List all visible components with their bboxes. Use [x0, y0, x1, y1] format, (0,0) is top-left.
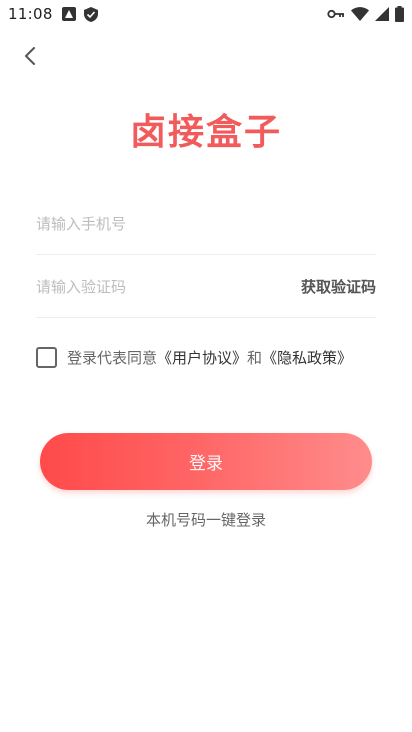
app-logo: 卤接盒子 [0, 103, 412, 155]
a-icon [62, 7, 76, 21]
user-agreement-link[interactable]: 《用户协议》 [157, 347, 247, 368]
agreement-row: 登录代表同意 《用户协议》 和 《隐私政策》 [36, 347, 352, 368]
agreement-prefix: 登录代表同意 [67, 349, 158, 367]
signal-icon [375, 7, 389, 21]
status-bar: 11:08 [0, 0, 412, 30]
agreement-checkbox[interactable] [36, 347, 57, 368]
login-button[interactable]: 登录 [40, 433, 372, 490]
code-field-row: 获取验证码 [36, 256, 376, 318]
status-right-icons [327, 6, 404, 22]
status-left-icons [62, 7, 98, 22]
one-key-login-link[interactable]: 本机号码一键登录 [0, 509, 412, 530]
key-icon [327, 9, 344, 19]
chevron-left-icon [25, 47, 35, 65]
privacy-policy-link[interactable]: 《隐私政策》 [262, 347, 352, 368]
agreement-conjunction: 和 [247, 349, 263, 367]
phone-field-row [36, 193, 376, 255]
phone-input[interactable] [36, 209, 266, 239]
battery-icon [395, 6, 404, 22]
logo-text: 卤接盒子 [129, 111, 282, 153]
get-code-button[interactable]: 获取验证码 [301, 276, 376, 297]
verification-code-input[interactable] [36, 272, 266, 302]
shield-icon [84, 7, 98, 22]
status-time: 11:08 [8, 5, 53, 23]
wifi-icon [351, 7, 369, 21]
back-button[interactable] [18, 44, 42, 68]
